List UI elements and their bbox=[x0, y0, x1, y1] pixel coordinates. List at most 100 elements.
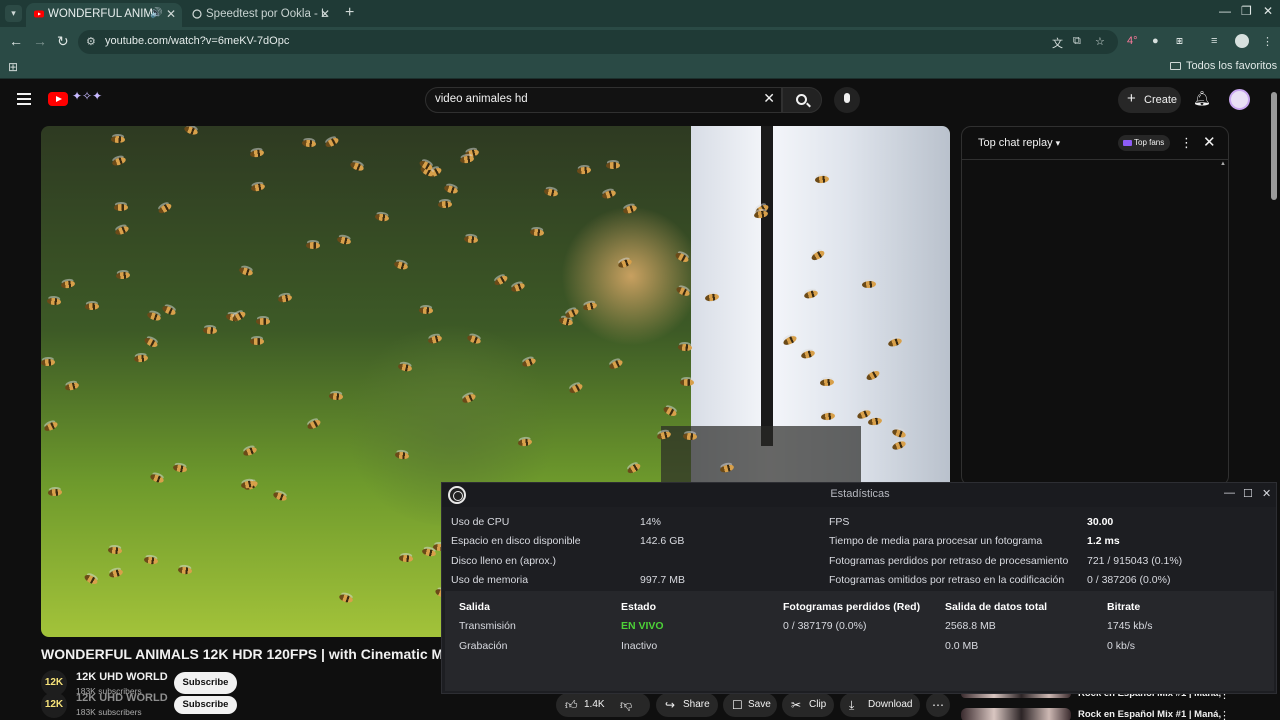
recommendation-thumbnail[interactable] bbox=[961, 708, 1071, 720]
output-name: Grabación bbox=[459, 640, 508, 652]
search-input[interactable]: video animales hd ✕ bbox=[425, 87, 782, 113]
bee-image bbox=[64, 381, 80, 392]
new-tab-button[interactable]: + bbox=[345, 4, 354, 22]
video-title: WONDERFUL ANIMALS 12K HDR 120FPS | with … bbox=[41, 646, 441, 662]
apps-grid-icon[interactable]: ⊞ bbox=[8, 60, 18, 74]
bee-image bbox=[677, 343, 693, 352]
extension-record-icon[interactable]: ● bbox=[1152, 35, 1159, 47]
stat-label: Espacio en disco disponible bbox=[451, 535, 581, 547]
share-button[interactable]: ↪ Share bbox=[656, 693, 718, 717]
site-info-icon[interactable]: ⚙ bbox=[86, 35, 96, 48]
tab-close-icon[interactable]: ✕ bbox=[320, 3, 330, 25]
restore-icon[interactable]: ❐ bbox=[1241, 4, 1252, 18]
back-icon[interactable]: ← bbox=[9, 33, 23, 49]
bee-image bbox=[608, 358, 624, 371]
forward-icon[interactable]: → bbox=[33, 33, 47, 49]
bee-image bbox=[83, 573, 99, 586]
save-button[interactable]: ☐ Save bbox=[723, 693, 777, 717]
bee-image bbox=[46, 297, 62, 306]
clear-search-icon[interactable]: ✕ bbox=[763, 90, 775, 107]
more-actions-button[interactable]: ⋯ bbox=[926, 693, 950, 717]
bee-image bbox=[336, 235, 352, 246]
chat-scroll-up-icon[interactable]: ▲ bbox=[1220, 161, 1226, 167]
extensions-puzzle-icon[interactable]: ⧆ bbox=[1176, 35, 1183, 48]
subscribe-button[interactable]: Subscribe bbox=[174, 672, 237, 694]
account-avatar[interactable] bbox=[1229, 89, 1250, 110]
media-controls-icon[interactable]: ≡ bbox=[1211, 35, 1217, 47]
bee-image bbox=[143, 336, 159, 349]
bookmark-star-icon[interactable]: ☆ bbox=[1095, 35, 1105, 48]
bee-image bbox=[242, 445, 258, 458]
youtube-logo-icon[interactable] bbox=[48, 92, 68, 106]
more-icon: ⋯ bbox=[932, 698, 944, 712]
menu-icon[interactable] bbox=[17, 93, 31, 105]
youtube-masthead: ✦✧✦ video animales hd ✕ + Create 🔔︎ bbox=[0, 80, 1280, 120]
bee-image bbox=[328, 392, 344, 401]
bee-image bbox=[113, 203, 129, 212]
tab-search-button[interactable]: ▾ bbox=[5, 5, 22, 22]
bee-image bbox=[161, 304, 177, 317]
download-button[interactable]: ⤓ Download bbox=[840, 693, 920, 717]
chat-close-icon[interactable]: ✕ bbox=[1203, 133, 1216, 151]
page-scrollbar[interactable] bbox=[1271, 92, 1277, 200]
like-icon[interactable]: 👍︎ bbox=[565, 693, 578, 717]
translate-icon[interactable]: 文 bbox=[1052, 35, 1063, 51]
clip-scissors-icon: ✂ bbox=[791, 698, 802, 712]
bee-image bbox=[679, 378, 695, 387]
voice-search-button[interactable] bbox=[834, 87, 860, 113]
share-label: Share bbox=[683, 699, 710, 710]
notifications-bell-icon[interactable]: 🔔︎ bbox=[1193, 90, 1211, 107]
column-header: Salida de datos total bbox=[945, 601, 1048, 613]
tab-title: Speedtest por Ookla - La bbox=[206, 8, 328, 20]
like-count[interactable]: 1.4K bbox=[584, 693, 605, 717]
column-header: Salida bbox=[459, 601, 490, 613]
reload-icon[interactable]: ↻ bbox=[57, 33, 69, 50]
bee-image bbox=[172, 463, 188, 474]
audio-playing-icon[interactable]: 🔊 bbox=[150, 3, 162, 25]
subscriber-count-ghost: 183K subscribers bbox=[76, 707, 142, 717]
tab-close-icon[interactable]: ✕ bbox=[166, 3, 176, 25]
top-fans-button[interactable]: Top fans bbox=[1118, 135, 1170, 151]
bee-image bbox=[301, 139, 317, 148]
extension-icon[interactable]: 4° bbox=[1127, 35, 1138, 47]
chrome-menu-icon[interactable]: ⋮ bbox=[1262, 35, 1273, 48]
channel-name[interactable]: 12K UHD WORLD bbox=[76, 671, 168, 683]
tab-speedtest[interactable]: Speedtest por Ookla - La ✕ bbox=[184, 3, 336, 27]
tab-youtube[interactable]: WONDERFUL ANIMA 🔊 ✕ bbox=[26, 3, 182, 27]
bee-image bbox=[143, 555, 159, 566]
bee-image bbox=[250, 338, 264, 345]
close-window-icon[interactable]: ✕ bbox=[1263, 4, 1273, 18]
obs-minimize-icon[interactable]: — bbox=[1224, 487, 1235, 499]
create-button[interactable]: + Create bbox=[1118, 87, 1181, 113]
chat-header: Top chat replay ▾ Top fans ⋮ ✕ bbox=[962, 127, 1228, 160]
like-dislike-group: 👍︎ 1.4K 👎︎ bbox=[556, 693, 650, 717]
all-bookmarks-folder[interactable]: Todos los favoritos bbox=[1170, 60, 1277, 72]
doodle-icon[interactable]: ✦✧✦ bbox=[72, 89, 102, 103]
bee-image bbox=[272, 490, 288, 503]
dislike-icon[interactable]: 👎︎ bbox=[620, 693, 632, 717]
chat-mode-dropdown[interactable]: Top chat replay ▾ bbox=[978, 137, 1060, 149]
bee-image bbox=[338, 593, 354, 604]
browser-toolbar: ← → ↻ ⚙ youtube.com/watch?v=6meKV-7dOpc … bbox=[0, 27, 1280, 57]
subscribe-button-ghost[interactable]: Subscribe bbox=[174, 696, 237, 714]
address-bar[interactable]: ⚙ youtube.com/watch?v=6meKV-7dOpc bbox=[78, 30, 1118, 54]
bee-image bbox=[146, 310, 162, 323]
output-status: Inactivo bbox=[621, 640, 658, 652]
obs-maximize-icon[interactable]: ☐ bbox=[1243, 487, 1253, 500]
top-fans-label: Top fans bbox=[1134, 138, 1165, 147]
plus-icon: + bbox=[1127, 90, 1136, 107]
download-label: Download bbox=[868, 699, 913, 710]
stat-label: Uso de memoria bbox=[451, 574, 529, 586]
minimize-icon[interactable]: — bbox=[1219, 4, 1231, 18]
bee-image bbox=[238, 266, 254, 277]
recommendation-title[interactable]: Rock en Español Mix #1 | Maná, bbox=[1078, 709, 1221, 720]
profile-avatar[interactable] bbox=[1235, 34, 1249, 48]
install-app-icon[interactable]: ⧉ bbox=[1073, 35, 1081, 48]
bee-image bbox=[510, 281, 526, 294]
recommendation-more-icon[interactable]: ⋮ bbox=[1219, 709, 1230, 720]
obs-close-icon[interactable]: ✕ bbox=[1262, 487, 1271, 500]
clip-button[interactable]: ✂ Clip bbox=[782, 693, 834, 717]
search-button[interactable] bbox=[782, 87, 822, 113]
save-icon: ☐ bbox=[732, 698, 743, 712]
chat-more-icon[interactable]: ⋮ bbox=[1180, 135, 1193, 151]
